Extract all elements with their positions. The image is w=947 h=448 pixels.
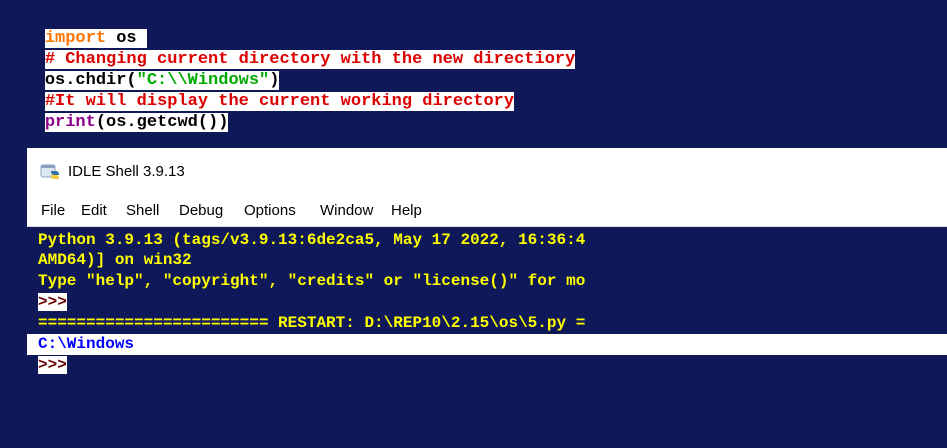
output-highlight xyxy=(27,334,947,355)
menu-bar: File Edit Shell Debug Options Window Hel… xyxy=(27,196,947,227)
idle-shell-window: IDLE Shell 3.9.13 File Edit Shell Debug … xyxy=(27,148,947,448)
window-titlebar[interactable]: IDLE Shell 3.9.13 xyxy=(27,148,947,197)
banner-help: Type "help", "copyright", "credits" or "… xyxy=(38,272,586,290)
getcwd-call: (os.getcwd()) xyxy=(95,113,229,132)
menu-file[interactable]: File xyxy=(41,200,65,222)
prompt-1: >>> xyxy=(38,293,67,311)
restart-line: ======================== RESTART: D:\REP… xyxy=(38,314,586,332)
banner-platform: AMD64)] on win32 xyxy=(38,251,192,269)
banner-version: Python 3.9.13 (tags/v3.9.13:6de2ca5, May… xyxy=(38,231,586,249)
code-line-2: # Changing current directory with the ne… xyxy=(4,28,576,69)
shell-output-area[interactable]: Python 3.9.13 (tags/v3.9.13:6de2ca5, May… xyxy=(27,227,947,448)
window-title: IDLE Shell 3.9.13 xyxy=(68,163,185,180)
shell-prompt-2[interactable]: >>> xyxy=(38,355,67,376)
code-line-3: os.chdir("C:\\Windows") xyxy=(4,49,280,90)
menu-edit[interactable]: Edit xyxy=(81,200,107,222)
menu-shell[interactable]: Shell xyxy=(126,200,159,222)
code-line-1: import os xyxy=(4,7,147,48)
menu-help[interactable]: Help xyxy=(391,200,422,222)
code-line-5: print(os.getcwd()) xyxy=(4,91,229,132)
menu-options[interactable]: Options xyxy=(244,200,296,222)
code-editor[interactable]: import os # Changing current directory w… xyxy=(0,0,947,148)
menu-window[interactable]: Window xyxy=(320,200,373,222)
shell-prompt-1: >>> xyxy=(38,292,67,313)
prompt-2: >>> xyxy=(38,356,67,374)
builtin-print: print xyxy=(44,113,96,132)
cwd-output: C:\Windows xyxy=(38,335,135,353)
menu-debug[interactable]: Debug xyxy=(179,200,223,222)
python-idle-icon xyxy=(39,162,61,182)
code-line-4: #It will display the current working dir… xyxy=(4,70,515,111)
